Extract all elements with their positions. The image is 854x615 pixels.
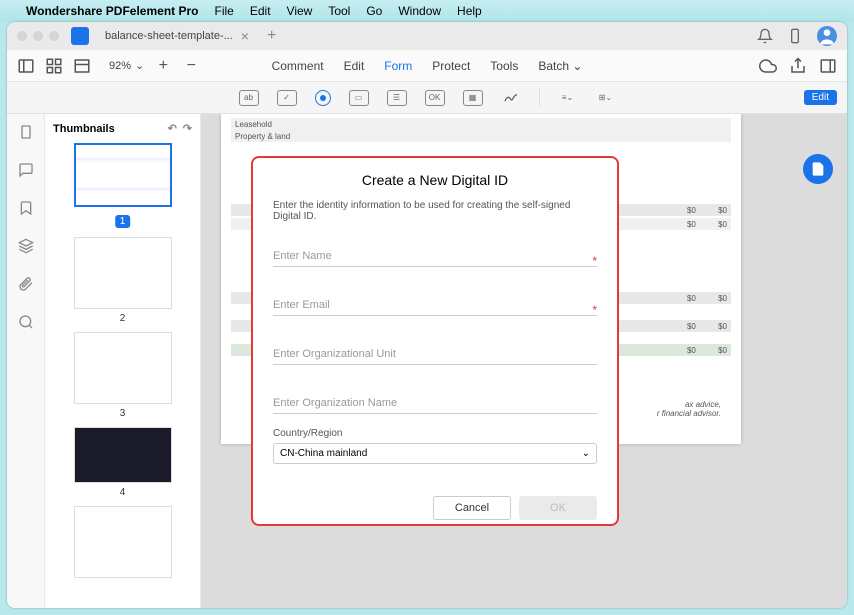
panel-right-icon[interactable] bbox=[819, 57, 837, 75]
document-view[interactable]: Leasehold Property & land $0 $0 $0 $0 $0… bbox=[201, 114, 847, 608]
document-tab[interactable]: balance-sheet-template-... × bbox=[97, 28, 257, 44]
thumbnails-icon[interactable] bbox=[18, 124, 34, 140]
sidebar-toggle-icon[interactable] bbox=[17, 57, 35, 75]
search-icon[interactable] bbox=[18, 314, 34, 330]
zoom-value: 92% bbox=[109, 60, 131, 72]
row-total-3: $0 $0 bbox=[231, 292, 731, 304]
signature-tool[interactable] bbox=[501, 90, 521, 106]
user-avatar[interactable] bbox=[817, 26, 837, 46]
chevron-down-icon: ⌄ bbox=[572, 59, 582, 73]
button-tool[interactable]: OK bbox=[425, 90, 445, 106]
page: Leasehold Property & land $0 $0 $0 $0 $0… bbox=[221, 114, 741, 444]
thumbnail-page-1[interactable] bbox=[74, 143, 172, 207]
thumbnails-title: Thumbnails bbox=[53, 123, 115, 135]
close-window-button[interactable] bbox=[17, 31, 27, 41]
new-tab-button[interactable]: + bbox=[267, 27, 276, 45]
share-icon[interactable] bbox=[789, 57, 807, 75]
document-tabs: balance-sheet-template-... × + bbox=[71, 27, 276, 45]
distribute-tool[interactable]: ⊞⌄ bbox=[596, 90, 616, 106]
cloud-icon[interactable] bbox=[759, 57, 777, 75]
thumbnail-number-2: 2 bbox=[53, 313, 192, 324]
tab-protect[interactable]: Protect bbox=[432, 59, 470, 73]
chevron-down-icon: ⌄ bbox=[135, 59, 144, 72]
mobile-icon[interactable] bbox=[787, 28, 803, 44]
thumbnails-header: Thumbnails ↶ ↷ bbox=[53, 122, 192, 135]
zoom-out-button[interactable]: − bbox=[182, 57, 200, 75]
bell-icon[interactable] bbox=[757, 28, 773, 44]
thumbnail-page-3[interactable] bbox=[74, 332, 172, 404]
thumbnails-panel: Thumbnails ↶ ↷ 1 2 3 4 bbox=[45, 114, 201, 608]
checkbox-tool[interactable]: ✓ bbox=[277, 90, 297, 106]
rotate-right-icon[interactable]: ↷ bbox=[183, 122, 192, 135]
window: balance-sheet-template-... × + 92% ⌄ + −… bbox=[7, 22, 847, 608]
maximize-window-button[interactable] bbox=[49, 31, 59, 41]
radio-tool[interactable] bbox=[315, 90, 331, 106]
app-name[interactable]: Wondershare PDFelement Pro bbox=[26, 4, 199, 18]
tab-batch[interactable]: Batch ⌄ bbox=[538, 59, 582, 73]
comments-icon[interactable] bbox=[18, 162, 34, 178]
thumbnail-page-4[interactable] bbox=[74, 427, 172, 483]
align-tool[interactable]: ≡⌄ bbox=[558, 90, 578, 106]
grid-view-icon[interactable] bbox=[45, 57, 63, 75]
row-total-1: $0 $0 bbox=[231, 204, 731, 216]
row-total-2: $0 $0 bbox=[231, 218, 731, 230]
left-rail bbox=[7, 114, 45, 608]
thumbnail-number-1: 1 bbox=[115, 215, 131, 228]
layers-icon[interactable] bbox=[18, 238, 34, 254]
toolbar-main: 92% ⌄ + − Comment Edit Form Protect Tool… bbox=[7, 50, 847, 82]
menu-file[interactable]: File bbox=[215, 4, 234, 18]
tab-comment[interactable]: Comment bbox=[272, 59, 324, 73]
date-tool[interactable]: ▦ bbox=[463, 90, 483, 106]
footer-text: ax advice, r financial advisor. bbox=[657, 400, 721, 418]
text-field-tool[interactable]: ab bbox=[239, 90, 259, 106]
tab-form[interactable]: Form bbox=[384, 59, 412, 73]
edit-mode-badge[interactable]: Edit bbox=[804, 90, 837, 105]
menubar: Wondershare PDFelement Pro File Edit Vie… bbox=[0, 0, 854, 22]
row-leasehold: Leasehold bbox=[231, 118, 731, 130]
content: Thumbnails ↶ ↷ 1 2 3 4 Leasehold Propert… bbox=[7, 114, 847, 608]
row-total-4: $0 $0 bbox=[231, 320, 731, 332]
menu-view[interactable]: View bbox=[287, 4, 313, 18]
help-fab-button[interactable] bbox=[803, 154, 833, 184]
rotate-left-icon[interactable]: ↶ bbox=[168, 122, 177, 135]
thumbnail-page-5[interactable] bbox=[74, 506, 172, 578]
tab-edit[interactable]: Edit bbox=[344, 59, 365, 73]
combobox-tool[interactable]: ▭ bbox=[349, 90, 369, 106]
document-tab-title: balance-sheet-template-... bbox=[105, 30, 233, 42]
main-tabs: Comment Edit Form Protect Tools Batch ⌄ bbox=[272, 59, 583, 73]
menu-help[interactable]: Help bbox=[457, 4, 482, 18]
thumbnail-number-4: 4 bbox=[53, 487, 192, 498]
menu-go[interactable]: Go bbox=[366, 4, 382, 18]
bookmark-icon[interactable] bbox=[18, 200, 34, 216]
minimize-window-button[interactable] bbox=[33, 31, 43, 41]
app-logo-icon bbox=[71, 27, 89, 45]
reading-view-icon[interactable] bbox=[73, 57, 91, 75]
zoom-control[interactable]: 92% ⌄ bbox=[109, 59, 144, 72]
attachment-icon[interactable] bbox=[18, 276, 34, 292]
zoom-in-button[interactable]: + bbox=[154, 57, 172, 75]
traffic-lights bbox=[17, 31, 59, 41]
thumbnail-page-2[interactable] bbox=[74, 237, 172, 309]
menu-window[interactable]: Window bbox=[398, 4, 441, 18]
menu-tool[interactable]: Tool bbox=[328, 4, 350, 18]
menu-edit[interactable]: Edit bbox=[250, 4, 271, 18]
close-tab-icon[interactable]: × bbox=[241, 28, 249, 44]
listbox-tool[interactable]: ☰ bbox=[387, 90, 407, 106]
thumbnail-number-3: 3 bbox=[53, 408, 192, 419]
divider bbox=[539, 89, 540, 107]
form-toolbar: ab ✓ ▭ ☰ OK ▦ ≡⌄ ⊞⌄ Edit bbox=[7, 82, 847, 114]
titlebar-right bbox=[757, 26, 837, 46]
row-grand-total: $0 $0 bbox=[231, 344, 731, 356]
row-property: Property & land bbox=[231, 130, 731, 142]
tab-tools[interactable]: Tools bbox=[490, 59, 518, 73]
titlebar: balance-sheet-template-... × + bbox=[7, 22, 847, 50]
